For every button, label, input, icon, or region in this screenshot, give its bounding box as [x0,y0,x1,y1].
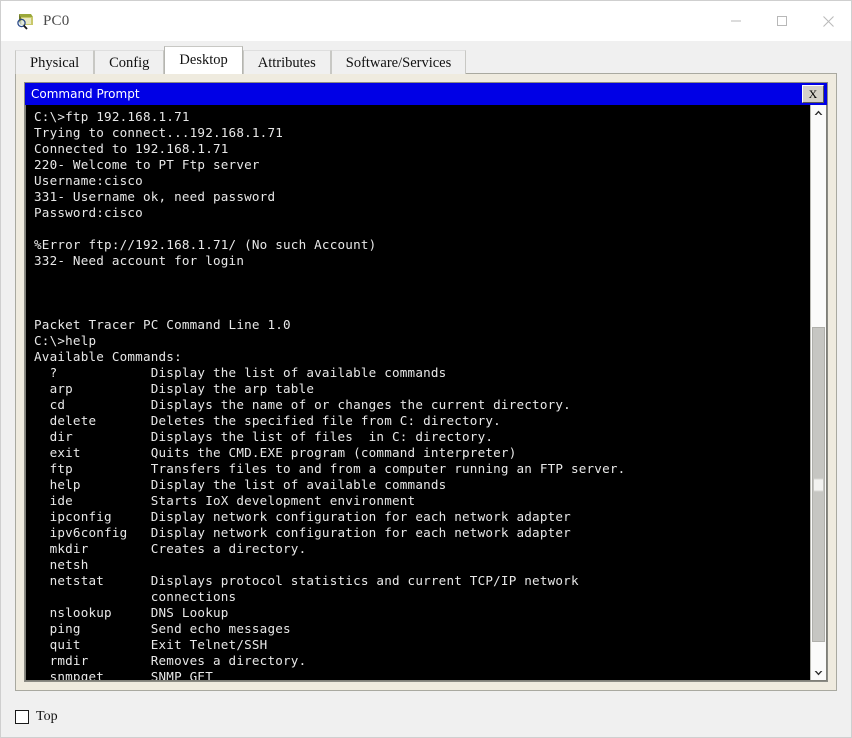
tab-physical[interactable]: Physical [15,50,95,74]
device-tabs: Physical Config Desktop Attributes Softw… [1,41,851,74]
tab-software-services[interactable]: Software/Services [330,50,467,74]
window-title: PC0 [43,12,70,29]
chevron-up-icon [814,110,823,115]
pc-device-icon [15,11,35,31]
pc0-window: PC0 Physical Config Desktop Attributes S… [0,0,852,738]
command-prompt-titlebar: Command Prompt X [25,83,827,105]
desktop-content: Command Prompt X C:\>ftp 192.168.1.71 Tr… [1,73,851,697]
desktop-panel: Command Prompt X C:\>ftp 192.168.1.71 Tr… [15,73,837,691]
terminal-output: C:\>ftp 192.168.1.71 Trying to connect..… [34,109,626,680]
command-prompt-title: Command Prompt [31,87,140,101]
minimize-button[interactable] [713,1,759,41]
close-button[interactable] [805,1,851,41]
top-checkbox[interactable] [15,710,29,724]
minimize-icon [731,20,741,22]
window-footer: Top [1,697,851,737]
top-checkbox-label: Top [36,709,58,724]
scrollbar-down-button[interactable] [811,664,826,680]
scrollbar-track[interactable] [811,121,826,664]
window-controls [713,1,851,41]
tab-config[interactable]: Config [94,50,165,74]
command-prompt-close-button[interactable]: X [802,85,824,103]
maximize-button[interactable] [759,1,805,41]
tab-attributes[interactable]: Attributes [242,50,331,74]
maximize-icon [777,16,787,26]
tab-desktop[interactable]: Desktop [164,46,243,74]
window-titlebar: PC0 [1,1,851,41]
window-title-group: PC0 [1,11,69,31]
scrollbar-thumb-grip [814,478,823,492]
terminal-scrollbar[interactable] [810,105,826,680]
close-icon [822,15,834,27]
scrollbar-up-button[interactable] [811,105,826,121]
terminal-viewport[interactable]: C:\>ftp 192.168.1.71 Trying to connect..… [26,105,810,680]
chevron-down-icon [814,670,823,675]
terminal-area: C:\>ftp 192.168.1.71 Trying to connect..… [25,105,827,681]
top-checkbox-row[interactable]: Top [15,709,58,725]
command-prompt-window: Command Prompt X C:\>ftp 192.168.1.71 Tr… [24,82,828,682]
scrollbar-thumb[interactable] [812,327,825,643]
